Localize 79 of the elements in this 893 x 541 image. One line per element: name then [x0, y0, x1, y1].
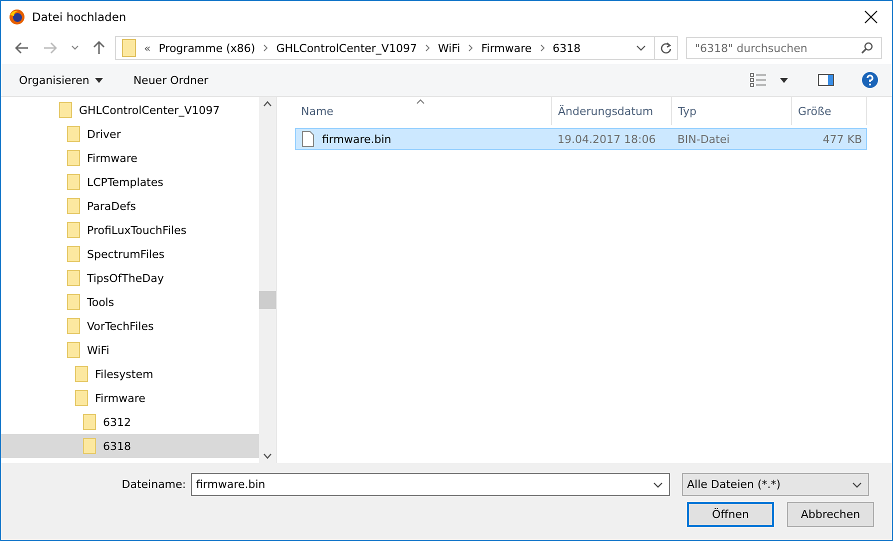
- folder-icon: [59, 102, 72, 118]
- tree-item[interactable]: WiFi: [1, 338, 259, 362]
- close-icon[interactable]: [864, 10, 878, 24]
- folder-icon: [83, 414, 96, 430]
- folder-icon: [67, 198, 80, 214]
- column-header[interactable]: Änderungsdatum: [552, 97, 672, 125]
- browser-logo-icon: [9, 8, 25, 24]
- folder-icon: [75, 390, 88, 406]
- address-bar[interactable]: « Programme (x86) GHLControlCenter_V1097 WiFi Firmware 6318: [115, 36, 678, 60]
- filename-field[interactable]: firmware.bin: [191, 473, 670, 496]
- breadcrumb-segment[interactable]: Programme (x86): [158, 42, 256, 54]
- tree-item[interactable]: Firmware: [1, 386, 259, 410]
- filename-label: Dateiname:: [120, 478, 187, 491]
- tree-item[interactable]: VorTechFiles: [1, 314, 259, 338]
- folder-icon: [67, 318, 80, 334]
- chevron-right-icon: [424, 44, 430, 52]
- breadcrumb-segment[interactable]: GHLControlCenter_V1097: [276, 42, 417, 54]
- folder-icon: [83, 438, 96, 454]
- tree-item[interactable]: ProfiLuxTouchFiles: [1, 218, 259, 242]
- column-header[interactable]: Name: [295, 97, 552, 125]
- file-icon: [302, 131, 314, 147]
- help-icon[interactable]: [862, 72, 878, 88]
- scroll-up-icon[interactable]: [263, 101, 272, 107]
- new-folder-button[interactable]: Neuer Ordner: [133, 74, 208, 86]
- preview-pane-icon[interactable]: [818, 74, 834, 86]
- tree-item[interactable]: 6318: [1, 434, 259, 458]
- table-cell-text: 19.04.2017 18:06: [556, 132, 657, 148]
- chevron-right-icon: [540, 44, 545, 52]
- tree-item[interactable]: TipsOfTheDay: [1, 266, 259, 290]
- tree-item[interactable]: GHLControlCenter_V1097: [1, 98, 259, 122]
- file-row[interactable]: firmware.bin 19.04.2017 18:06 BIN-Datei 477 KB: [295, 128, 867, 150]
- search-field[interactable]: "6318" durchsuchen: [686, 37, 882, 59]
- chevron-right-icon: [468, 44, 474, 52]
- folder-icon: [67, 294, 80, 310]
- tree-item[interactable]: Driver: [1, 122, 259, 146]
- tree-item[interactable]: Firmware: [1, 146, 259, 170]
- table-cell-text: 477 KB: [822, 132, 864, 148]
- window-title: Datei hochladen: [32, 10, 126, 24]
- tree-item[interactable]: LCPTemplates: [1, 170, 259, 194]
- folder-icon: [67, 174, 80, 190]
- caret-icon[interactable]: [780, 78, 788, 82]
- cancel-button[interactable]: Abbrechen: [787, 502, 874, 527]
- back-arrow-icon[interactable]: [15, 42, 29, 54]
- open-button[interactable]: Öffnen: [687, 502, 774, 527]
- scrollbar[interactable]: [259, 97, 276, 463]
- breadcrumb-segment[interactable]: 6318: [552, 42, 581, 54]
- breadcrumb-segment[interactable]: WiFi: [438, 42, 460, 54]
- tree-item[interactable]: SpectrumFiles: [1, 242, 259, 266]
- breadcrumb-segment[interactable]: Firmware: [481, 42, 532, 54]
- scroll-down-icon[interactable]: [263, 453, 272, 459]
- folder-icon: [67, 222, 80, 238]
- scrollbar-thumb[interactable]: [259, 291, 276, 309]
- file-name: firmware.bin: [322, 132, 392, 146]
- table-cell-text: BIN-Datei: [676, 132, 731, 148]
- folder-icon: [67, 246, 80, 262]
- column-header[interactable]: Größe: [792, 97, 867, 125]
- folder-icon: [122, 39, 136, 57]
- chevron-down-icon[interactable]: [653, 482, 663, 488]
- caret-icon[interactable]: [95, 78, 104, 82]
- folder-icon: [67, 342, 80, 358]
- breadcrumb-overflow[interactable]: «: [144, 42, 151, 54]
- refresh-icon[interactable]: [660, 42, 672, 54]
- folder-icon: [67, 126, 80, 142]
- organize-menu[interactable]: Organisieren: [19, 74, 90, 86]
- tree-item[interactable]: ParaDefs: [1, 194, 259, 218]
- folder-icon: [67, 150, 80, 166]
- column-header[interactable]: Typ: [672, 97, 792, 125]
- chevron-right-icon: [263, 44, 268, 52]
- folder-icon: [67, 270, 80, 286]
- tree-item[interactable]: Filesystem: [1, 362, 259, 386]
- tree-item[interactable]: Tools: [1, 290, 259, 314]
- file-type-dropdown[interactable]: Alle Dateien (*.*): [682, 473, 869, 496]
- search-icon: [861, 42, 873, 54]
- tree-item[interactable]: 6312: [1, 410, 259, 434]
- view-list-icon[interactable]: [750, 73, 766, 87]
- up-arrow-icon[interactable]: [93, 41, 105, 55]
- folder-icon: [75, 366, 88, 382]
- chevron-down-icon[interactable]: [852, 482, 862, 488]
- chevron-down-icon[interactable]: [636, 45, 646, 51]
